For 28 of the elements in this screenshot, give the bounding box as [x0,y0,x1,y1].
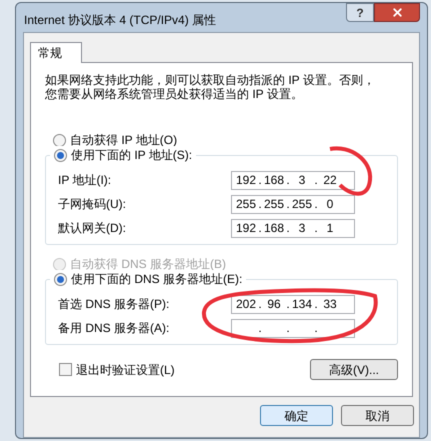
ok-button[interactable]: 确定 [260,405,333,426]
checkbox[interactable] [59,363,72,376]
close-button[interactable] [374,3,420,22]
tab[interactable]: 常规 [30,42,82,63]
field-label: 子网掩码(U): [58,196,127,213]
ip-address-field[interactable]: 255 . 255 . 255 . 0 [231,194,355,214]
field-label: 首选 DNS 服务器(P): [58,296,170,313]
field-label: IP 地址(I): [58,172,112,189]
cancel-button[interactable]: 取消 [341,405,414,426]
radio-label: 自动获得 IP 地址(O) [70,132,178,149]
radio-button[interactable] [54,148,67,162]
advanced-button[interactable]: 高级(V)... [310,359,398,380]
description-text: 如果网络支持此功能，则可以获取自动指派的 IP 设置。否则，您需要从网络系统管理员处获得适当的 IP 设置。 [45,73,376,101]
window-title: Internet 协议版本 4 (TCP/IPv4) 属性 [24,12,218,29]
close-icon [390,6,404,19]
radio-button[interactable] [54,272,67,286]
ip-address-field[interactable]: 202 . 96 . 134 . 33 [231,294,355,314]
ip-address-field[interactable]: 192 . 168 . 3 . 1 [231,218,355,238]
field-label: 默认网关(D): [58,220,127,237]
ip-address-field[interactable]: 192 . 168 . 3 . 22 [231,170,355,190]
radio-label: 使用下面的 DNS 服务器地址(E): [71,271,242,288]
ip-address-field[interactable]: . . . [231,318,355,338]
radio-label: 使用下面的 IP 地址(S): [71,147,192,164]
checkbox-label: 退出时验证设置(L) [76,362,175,378]
field-label: 备用 DNS 服务器(A): [58,320,170,337]
radio-button[interactable] [53,134,66,146]
radio-label: 自动获得 DNS 服务器地址(B) [70,256,226,273]
help-button[interactable]: ? [346,3,374,22]
